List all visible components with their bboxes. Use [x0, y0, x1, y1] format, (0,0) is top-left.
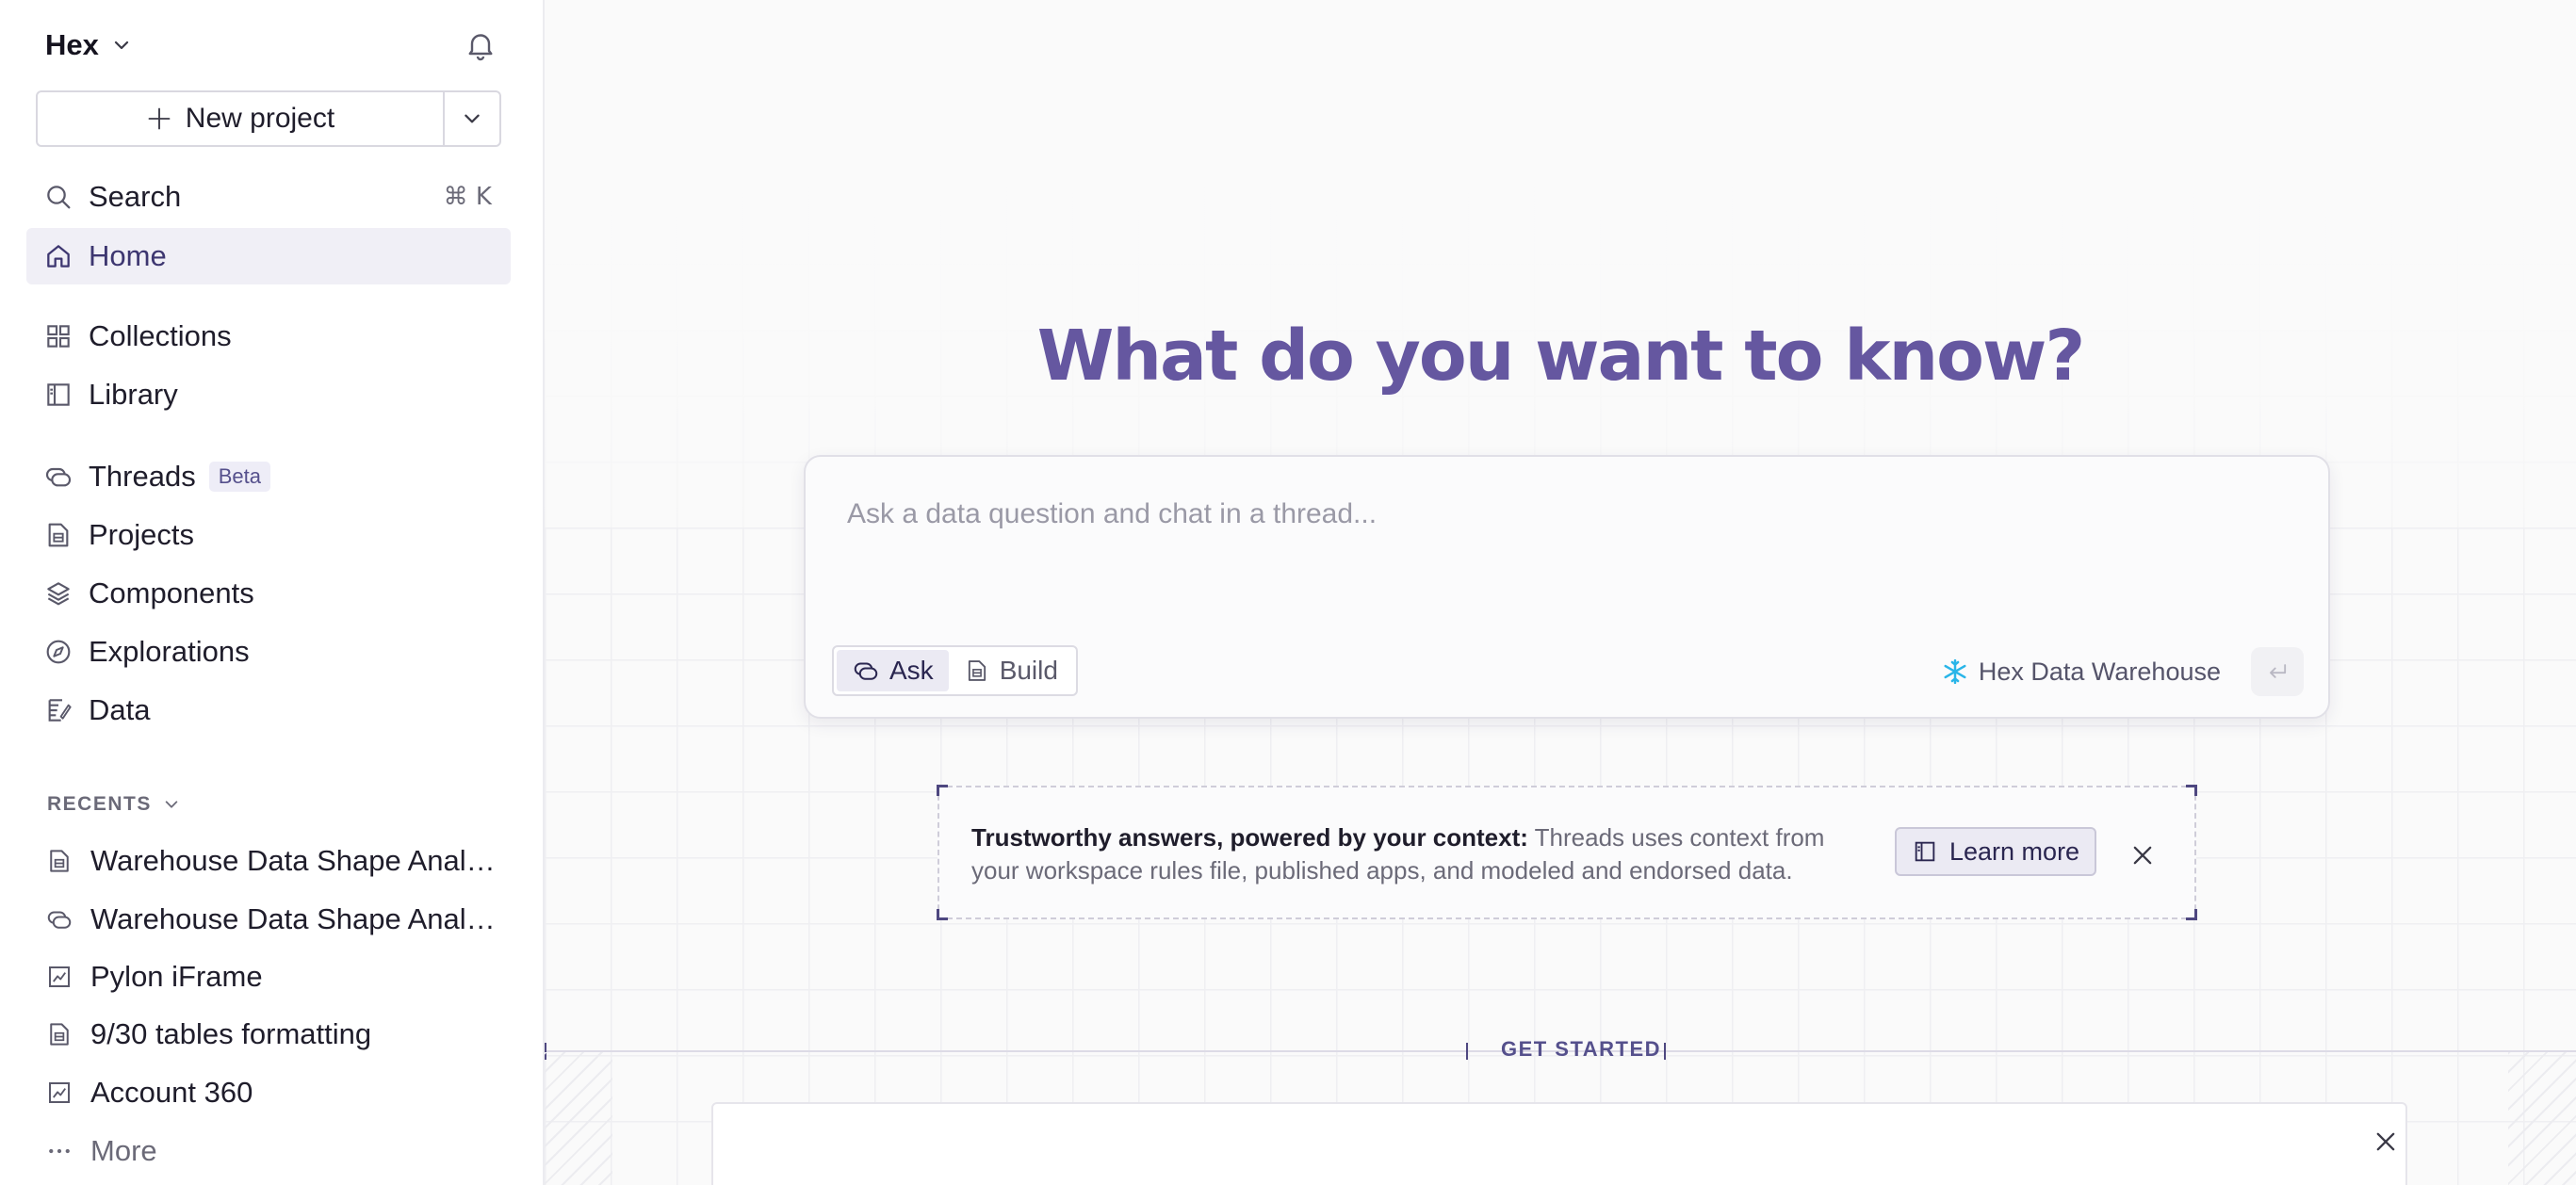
- recents-more-label: More: [90, 1134, 157, 1167]
- sidebar-item-label: Projects: [89, 518, 194, 551]
- sidebar-item-projects[interactable]: Projects: [26, 507, 511, 563]
- new-project-label: New project: [185, 103, 335, 134]
- sidebar-item-threads[interactable]: Threads Beta: [26, 448, 511, 505]
- sidebar-item-data[interactable]: Data: [26, 682, 511, 739]
- banner-title: Trustworthy answers, powered by your con…: [971, 823, 1528, 852]
- context-info-banner: Trustworthy answers, powered by your con…: [937, 785, 2197, 920]
- library-icon: [1915, 841, 1935, 862]
- new-project-button[interactable]: New project: [38, 92, 443, 145]
- sidebar-item-home[interactable]: Home: [26, 228, 511, 284]
- search-shortcut: ⌘ K: [443, 183, 492, 211]
- banner-text: Trustworthy answers, powered by your con…: [971, 821, 1867, 887]
- mode-ask-label: Ask: [889, 656, 934, 685]
- project-icon: [50, 850, 69, 872]
- recents-header[interactable]: RECENTS: [47, 789, 180, 820]
- sidebar-item-label: Data: [89, 693, 151, 726]
- recent-item-label: Account 360: [90, 1076, 253, 1109]
- sidebar-item-label: Collections: [89, 319, 232, 352]
- recent-item-label: Pylon iFrame: [90, 960, 263, 993]
- sidebar: Hex New project Search ⌘ K Home Collecti…: [0, 0, 545, 1185]
- sidebar-item-label: Threads: [89, 460, 196, 493]
- data-icon: [48, 699, 72, 722]
- get-started-label: GET STARTED: [1500, 1037, 1662, 1061]
- home-icon: [47, 245, 70, 268]
- app-chart-icon: [49, 966, 70, 987]
- new-project-control: New project: [36, 90, 501, 147]
- corner-mark: [2186, 785, 2197, 796]
- new-project-dropdown-button[interactable]: [443, 92, 499, 145]
- project-icon: [968, 660, 986, 681]
- sidebar-item-label: Search: [89, 180, 182, 213]
- snowflake-icon: [1944, 658, 1966, 685]
- mode-toggle: Ask Build: [832, 645, 1078, 696]
- layers-icon: [47, 582, 70, 606]
- close-icon[interactable]: [2129, 842, 2156, 868]
- chevron-down-icon: [165, 801, 178, 808]
- hatch-pattern: [545, 1052, 612, 1185]
- sidebar-item-collections[interactable]: Collections: [26, 308, 511, 365]
- sidebar-item-label: Library: [89, 378, 178, 411]
- get-started-card: [711, 1102, 2407, 1185]
- chevron-down-icon: [465, 114, 480, 123]
- close-icon[interactable]: [2372, 1128, 2399, 1155]
- plus-icon: [148, 107, 171, 130]
- recent-item[interactable]: Warehouse Data Shape Analysis: [28, 891, 511, 948]
- corner-mark: [937, 909, 948, 920]
- warehouse-label: Hex Data Warehouse: [1978, 657, 2221, 686]
- thread-icon: [854, 662, 878, 680]
- sidebar-item-explorations[interactable]: Explorations: [26, 624, 511, 680]
- recent-item[interactable]: Warehouse Data Shape Analysis: [28, 833, 511, 889]
- corner-mark: [937, 785, 948, 796]
- enter-icon: [2270, 664, 2287, 678]
- recent-item-label: 9/30 tables formatting: [90, 1017, 372, 1050]
- thread-icon: [45, 467, 72, 487]
- warehouse-selector[interactable]: Hex Data Warehouse: [1941, 655, 2221, 689]
- recents-label: RECENTS: [47, 793, 152, 815]
- background-fade: [545, 0, 2576, 528]
- learn-more-label: Learn more: [1949, 836, 2080, 866]
- recent-item-label: Warehouse Data Shape Analysis: [90, 902, 505, 935]
- sidebar-item-components[interactable]: Components: [26, 565, 511, 622]
- project-icon: [50, 1023, 69, 1046]
- sidebar-item-label: Explorations: [89, 635, 250, 668]
- sidebar-item-library[interactable]: Library: [26, 366, 511, 423]
- sidebar-item-label: Components: [89, 576, 254, 609]
- workspace-name[interactable]: Hex: [45, 28, 99, 62]
- recent-item[interactable]: 9/30 tables formatting: [28, 1006, 511, 1063]
- corner-mark: [2186, 909, 2197, 920]
- sidebar-item-label: Home: [89, 239, 167, 272]
- main-content: What do you want to know? Ask a data que…: [545, 0, 2576, 1185]
- recents-more-button[interactable]: More: [28, 1123, 511, 1179]
- bell-icon[interactable]: [464, 28, 497, 62]
- more-dots-icon: [49, 1148, 70, 1154]
- recent-item[interactable]: Account 360: [28, 1064, 511, 1121]
- mode-build-label: Build: [999, 656, 1058, 685]
- compass-icon: [46, 640, 71, 664]
- mode-ask-button[interactable]: Ask: [837, 650, 949, 691]
- page-headline: What do you want to know?: [1036, 316, 2086, 397]
- hatch-pattern: [2508, 1052, 2576, 1185]
- search-icon: [47, 186, 71, 209]
- sidebar-item-search[interactable]: Search ⌘ K: [26, 169, 511, 225]
- recent-item-label: Warehouse Data Shape Analysis: [90, 844, 505, 877]
- beta-badge: Beta: [208, 462, 270, 492]
- ask-composer[interactable]: Ask a data question and chat in a thread…: [804, 455, 2330, 719]
- divider-tick: [1466, 1043, 1468, 1060]
- project-icon: [48, 523, 69, 547]
- recent-item[interactable]: Pylon iFrame: [28, 949, 511, 1005]
- workspace-header: Hex: [45, 24, 497, 66]
- thread-icon: [47, 911, 72, 929]
- ask-input[interactable]: Ask a data question and chat in a thread…: [847, 498, 1377, 530]
- library-icon: [47, 383, 70, 406]
- app-chart-icon: [49, 1082, 70, 1103]
- send-button[interactable]: [2251, 647, 2304, 696]
- grid-icon: [47, 325, 70, 348]
- learn-more-button[interactable]: Learn more: [1895, 827, 2097, 876]
- mode-build-button[interactable]: Build: [949, 650, 1073, 691]
- chevron-down-icon[interactable]: [112, 36, 131, 55]
